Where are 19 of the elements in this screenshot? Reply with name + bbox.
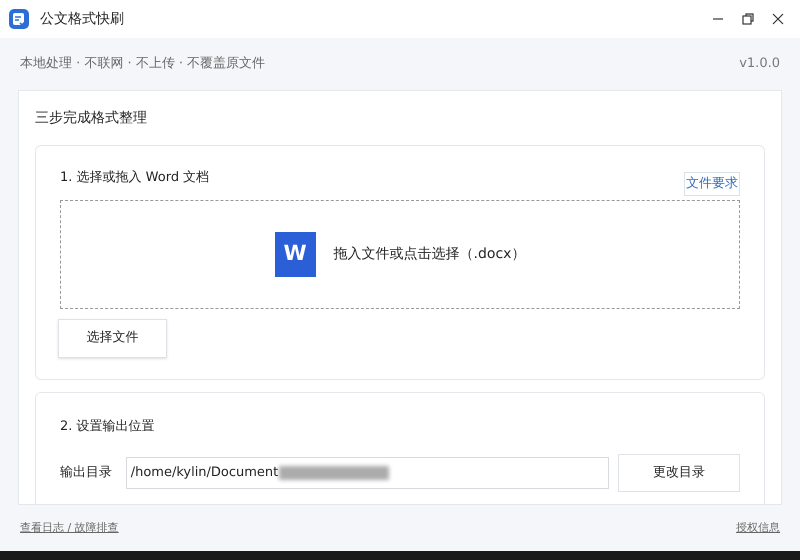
main-title: 三步完成格式整理 [35,109,148,128]
drop-hint: 拖入文件或点击选择（.docx） [334,244,526,264]
word-file-icon: W [274,232,316,276]
step-title: 1. 选择或拖入 Word 文档 [60,169,210,187]
file-requirements-link[interactable]: 文件要求 [684,172,740,196]
version-label: v1.0.0 [739,55,780,74]
field-label: 输出目录 [60,464,113,482]
app-logo-icon [8,8,30,30]
logs-troubleshooting-link[interactable]: 查看日志 / 故障排查 [20,520,119,536]
change-directory-button[interactable]: 更改目录 [618,454,740,492]
license-info-link[interactable]: 授权信息 [736,520,780,536]
select-file-button[interactable]: 选择文件 [58,318,167,358]
step-title: 2. 设置输出位置 [60,418,156,436]
tagline: 本地处理 · 不联网 · 不上传 · 不覆盖原文件 [20,55,266,74]
output-directory-field[interactable]: /home/kylin/Document [126,457,609,489]
restore-icon[interactable] [740,11,756,27]
drop-zone[interactable]: W 拖入文件或点击选择（.docx） [60,200,740,308]
window-title: 公文格式快刷 [40,10,124,28]
close-icon[interactable] [770,11,786,27]
